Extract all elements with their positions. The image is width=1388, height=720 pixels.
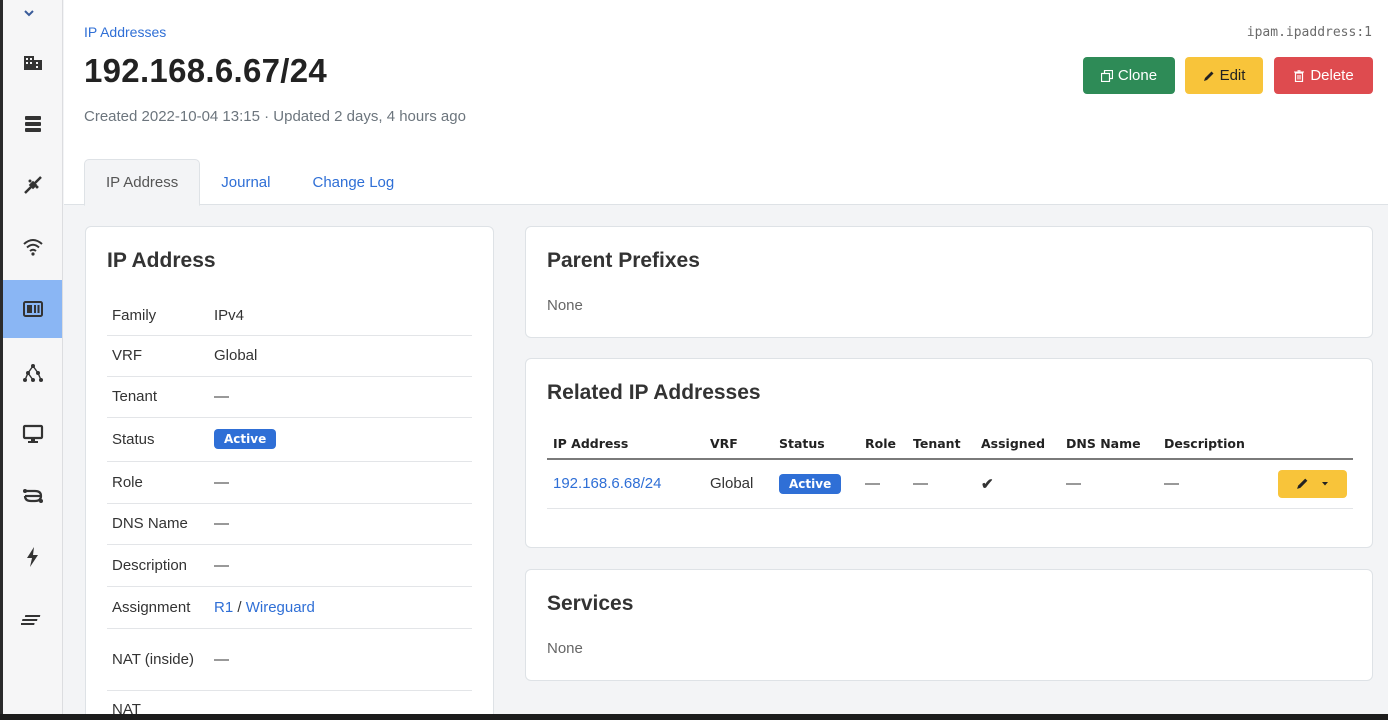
created-updated-meta: Created 2022-10-04 13:15 · Updated 2 day… bbox=[84, 108, 466, 125]
attr-row-dns-name: DNS Name — bbox=[107, 503, 472, 544]
virtualization-icon[interactable] bbox=[3, 405, 62, 463]
column-header[interactable]: Assigned bbox=[975, 429, 1060, 460]
trash-icon bbox=[1294, 69, 1305, 82]
attr-row-nat-inside: NAT (inside) — bbox=[107, 628, 472, 690]
dns-cell: — bbox=[1060, 459, 1158, 509]
tab-journal[interactable]: Journal bbox=[200, 159, 291, 205]
pencil-icon bbox=[1297, 478, 1308, 490]
card-title: Parent Prefixes bbox=[547, 249, 700, 272]
related-ip-table: IP Address VRF Status Role Tenant Assign… bbox=[547, 429, 1353, 509]
delete-button[interactable]: Delete bbox=[1274, 57, 1373, 94]
role-cell: — bbox=[859, 459, 907, 509]
attr-value: — bbox=[214, 515, 229, 532]
column-header[interactable]: VRF bbox=[704, 429, 773, 460]
edit-button[interactable]: Edit bbox=[1185, 57, 1263, 94]
assigned-interface-link[interactable]: Wireguard bbox=[246, 599, 315, 616]
clone-label: Clone bbox=[1117, 67, 1158, 84]
attr-value: Global bbox=[214, 347, 258, 364]
related-ip-addresses-card: Related IP Addresses IP Address VRF Stat… bbox=[525, 358, 1373, 548]
ipam-icon[interactable] bbox=[3, 280, 62, 338]
assigned-device-link[interactable]: R1 bbox=[214, 599, 233, 616]
tenant-cell: — bbox=[907, 459, 975, 509]
attr-row-nat: NAT bbox=[107, 690, 472, 714]
services-card: Services None bbox=[525, 569, 1373, 681]
table-row: 192.168.6.68/24 Global Active — — ✔ — — bbox=[547, 459, 1353, 509]
page-header: IP Addresses 192.168.6.67/24 Created 202… bbox=[64, 0, 1388, 206]
breadcrumb[interactable]: IP Addresses bbox=[84, 24, 166, 40]
column-header[interactable]: IP Address bbox=[547, 429, 704, 460]
pencil-icon bbox=[1203, 71, 1214, 81]
actions-header bbox=[1272, 429, 1353, 460]
column-header[interactable]: DNS Name bbox=[1060, 429, 1158, 460]
tab-ip-address[interactable]: IP Address bbox=[84, 159, 201, 206]
tab-bar: IP Address Journal Change Log bbox=[84, 159, 415, 206]
sidebar bbox=[3, 0, 63, 714]
assigned-check-icon: ✔ bbox=[975, 459, 1060, 509]
empty-text: None bbox=[547, 297, 583, 314]
column-header[interactable]: Status bbox=[773, 429, 859, 460]
circuits-icon[interactable] bbox=[3, 467, 62, 525]
column-header[interactable]: Description bbox=[1158, 429, 1272, 460]
clone-icon bbox=[1100, 69, 1113, 82]
attr-label: NAT (inside) bbox=[112, 650, 194, 668]
parent-prefixes-card: Parent Prefixes None bbox=[525, 226, 1373, 338]
top-partial-icon[interactable] bbox=[3, 0, 62, 38]
empty-text: None bbox=[547, 640, 583, 657]
attr-row-assignment: Assignment R1 / Wireguard bbox=[107, 586, 472, 628]
related-ip-link[interactable]: 192.168.6.68/24 bbox=[553, 475, 661, 492]
attr-label: DNS Name bbox=[112, 515, 188, 532]
attr-value: — bbox=[214, 388, 229, 405]
delete-label: Delete bbox=[1310, 67, 1354, 84]
attr-label: Description bbox=[112, 556, 188, 574]
attr-row-status: Status Active bbox=[107, 417, 472, 461]
assignment-separator: / bbox=[237, 598, 242, 616]
description-cell: — bbox=[1158, 459, 1272, 509]
attr-row-role: Role — bbox=[107, 461, 472, 503]
clone-button[interactable]: Clone bbox=[1083, 57, 1175, 94]
status-badge: Active bbox=[214, 429, 277, 449]
card-title: Services bbox=[547, 592, 634, 615]
row-edit-dropdown-button[interactable] bbox=[1278, 469, 1347, 498]
card-title: Related IP Addresses bbox=[547, 381, 761, 404]
attr-value: — bbox=[214, 556, 229, 574]
attr-label: Family bbox=[112, 307, 157, 325]
attr-label: Tenant bbox=[112, 388, 158, 405]
wireless-icon[interactable] bbox=[3, 218, 62, 276]
tab-change-log[interactable]: Change Log bbox=[291, 159, 415, 205]
attr-label: Role bbox=[112, 473, 143, 491]
ip-address-card: IP Address Family IPv4 VRF Global Tenant… bbox=[85, 226, 494, 714]
attr-value: — bbox=[214, 650, 229, 668]
edit-label: Edit bbox=[1219, 67, 1246, 84]
attr-value: IPv4 bbox=[214, 307, 245, 325]
attr-label: VRF bbox=[112, 347, 142, 364]
vrf-cell: Global bbox=[704, 459, 773, 509]
attr-row-vrf: VRF Global bbox=[107, 335, 472, 376]
other-icon[interactable] bbox=[3, 590, 62, 648]
object-identifier: ipam.ipaddress:1 bbox=[1246, 25, 1372, 40]
connections-icon[interactable] bbox=[3, 156, 62, 214]
devices-icon[interactable] bbox=[3, 95, 62, 153]
attributes-table: Family IPv4 VRF Global Tenant — Status A… bbox=[107, 297, 472, 714]
page-title: 192.168.6.67/24 bbox=[84, 52, 328, 89]
organization-icon[interactable] bbox=[3, 34, 62, 92]
caret-down-icon bbox=[1322, 481, 1328, 486]
attr-label: Assignment bbox=[112, 598, 191, 616]
status-badge: Active bbox=[779, 473, 842, 494]
attr-row-tenant: Tenant — bbox=[107, 376, 472, 417]
card-title: IP Address bbox=[107, 249, 216, 272]
attr-row-family: Family IPv4 bbox=[107, 297, 472, 335]
overlay-icon[interactable] bbox=[3, 344, 62, 402]
column-header[interactable]: Tenant bbox=[907, 429, 975, 460]
attr-value: — bbox=[214, 473, 229, 491]
attr-row-description: Description — bbox=[107, 544, 472, 586]
power-icon[interactable] bbox=[3, 528, 62, 586]
attr-label: NAT bbox=[112, 700, 141, 714]
attr-label: Status bbox=[112, 430, 155, 448]
column-header[interactable]: Role bbox=[859, 429, 907, 460]
